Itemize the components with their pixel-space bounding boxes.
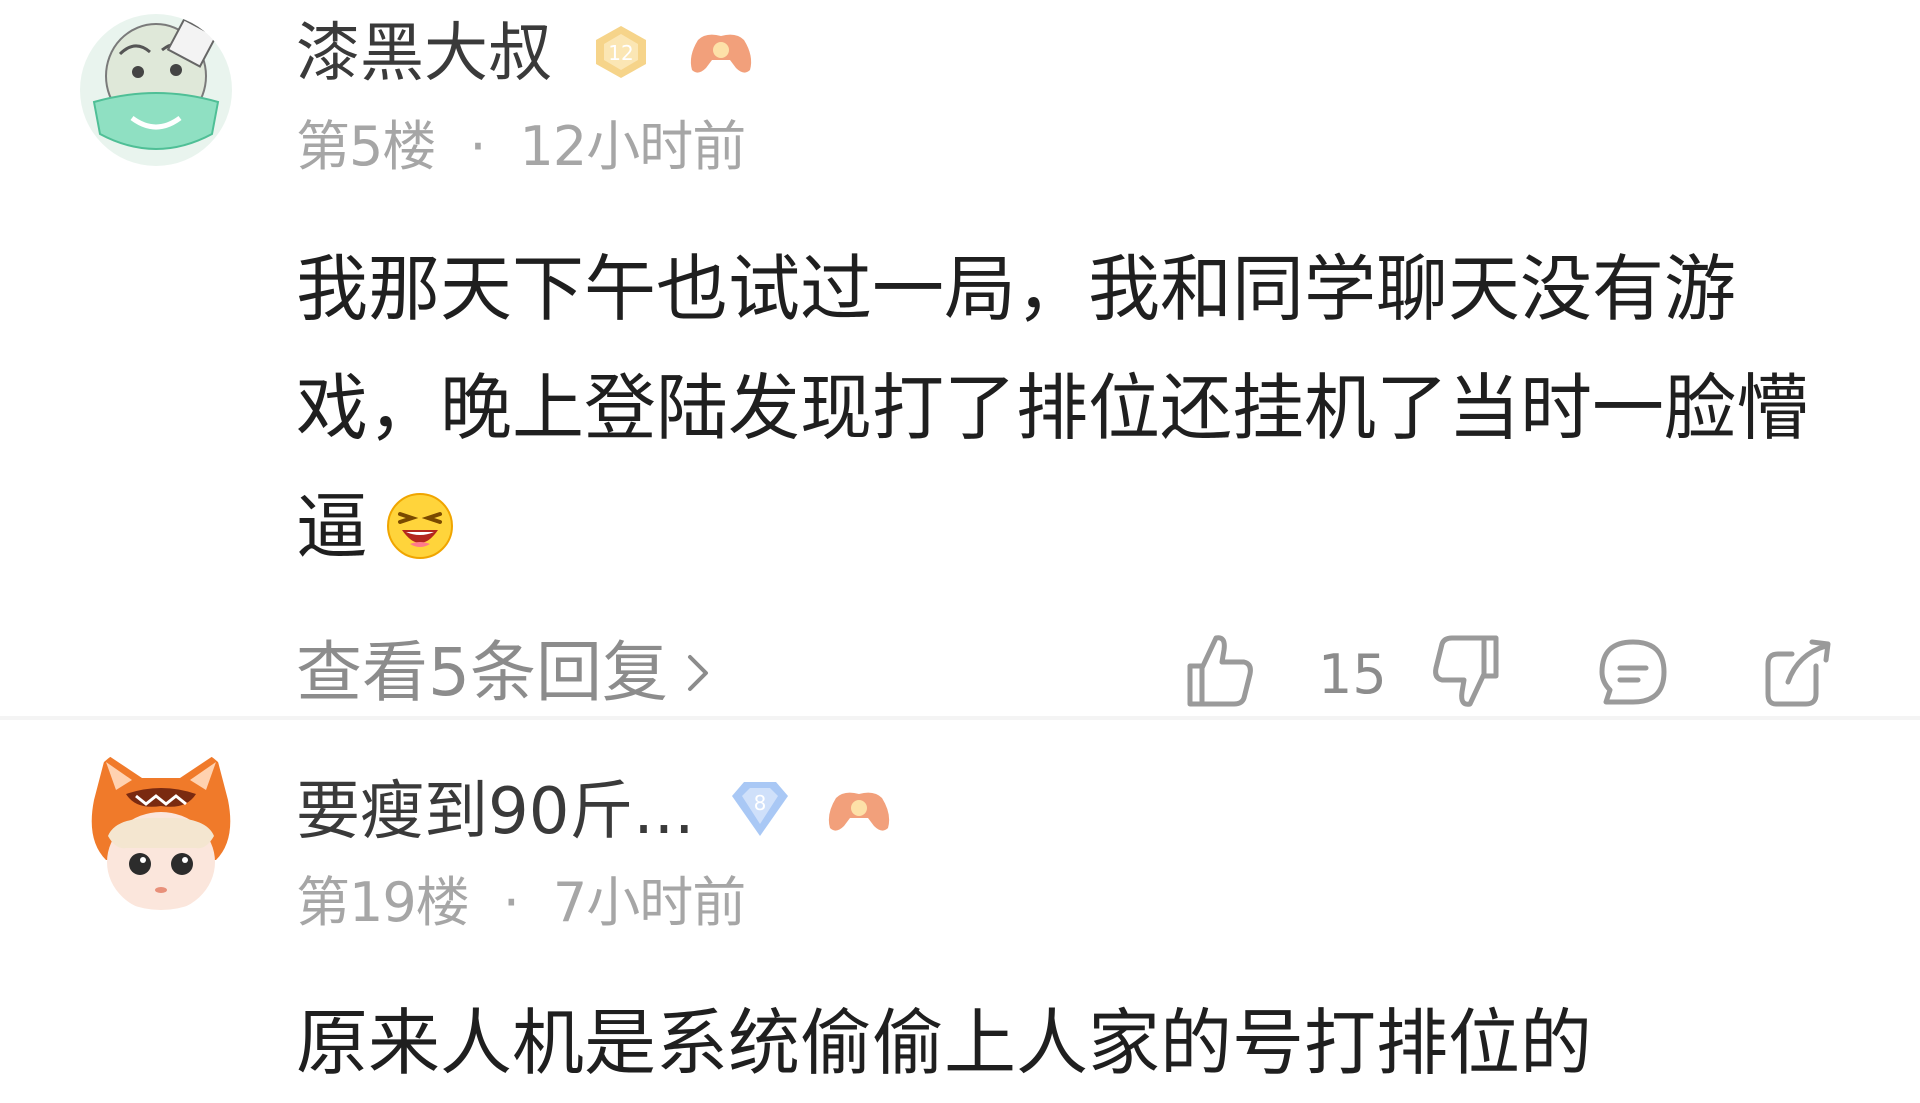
game-controller-icon xyxy=(686,26,756,78)
timestamp: 7小时前 xyxy=(552,871,746,934)
comment-text-content: 原来人机是系统偷偷上人家的号打排位的 xyxy=(296,1001,1593,1085)
avatar-image xyxy=(76,740,246,910)
timestamp: 12小时前 xyxy=(519,115,747,178)
view-replies-link[interactable]: 查看5条回复 xyxy=(296,638,710,706)
comment-text: 我那天下午也试过一局，我和同学聊天没有游戏，晚上登陆发现打了排位还挂机了当时一脸… xyxy=(296,230,1856,587)
meta-separator: · xyxy=(502,871,520,934)
share-icon[interactable] xyxy=(1762,636,1834,710)
floor-number: 第19楼 xyxy=(296,871,470,934)
comment-meta: 第19楼 · 7小时前 xyxy=(296,871,746,934)
level-badge: 12 xyxy=(590,22,652,82)
comment-text: 原来人机是系统偷偷上人家的号打排位的 xyxy=(296,984,1856,1103)
like-count: 15 xyxy=(1318,643,1387,706)
username[interactable]: 漆黑大叔 xyxy=(296,22,552,86)
level-badge: 8 xyxy=(728,776,792,842)
level-badge-text: 12 xyxy=(608,41,633,65)
grinning-squint-emoji-icon xyxy=(384,476,456,559)
comment-text-content: 我那天下午也试过一局，我和同学聊天没有游戏，晚上登陆发现打了排位还挂机了当时一脸… xyxy=(296,247,1809,569)
level-badge-text: 8 xyxy=(754,791,767,815)
chevron-right-icon xyxy=(686,638,710,691)
view-replies-label: 查看5条回复 xyxy=(296,634,668,711)
comment-item: 漆黑大叔 12 第5楼 · 12小时前 我那天下午也试过一局，我和同学聊天没有游戏，… xyxy=(0,0,1920,720)
username[interactable]: 要瘦到90斤... xyxy=(296,780,694,844)
floor-number: 第5楼 xyxy=(296,115,436,178)
comment-bubble-icon[interactable] xyxy=(1596,636,1670,710)
avatar[interactable] xyxy=(80,14,232,166)
comment-item: 要瘦到90斤... 8 第19楼 · 7小时前 原来人机是系统偷偷上人家的号打排位的 xyxy=(0,720,1920,1085)
comment-meta: 第5楼 · 12小时前 xyxy=(296,115,746,178)
game-controller-icon xyxy=(824,784,894,836)
thumbs-up-icon[interactable] xyxy=(1184,630,1256,710)
thumbs-down-icon[interactable] xyxy=(1430,632,1502,712)
avatar[interactable] xyxy=(76,740,246,910)
meta-separator: · xyxy=(469,115,486,178)
avatar-image xyxy=(80,14,232,166)
